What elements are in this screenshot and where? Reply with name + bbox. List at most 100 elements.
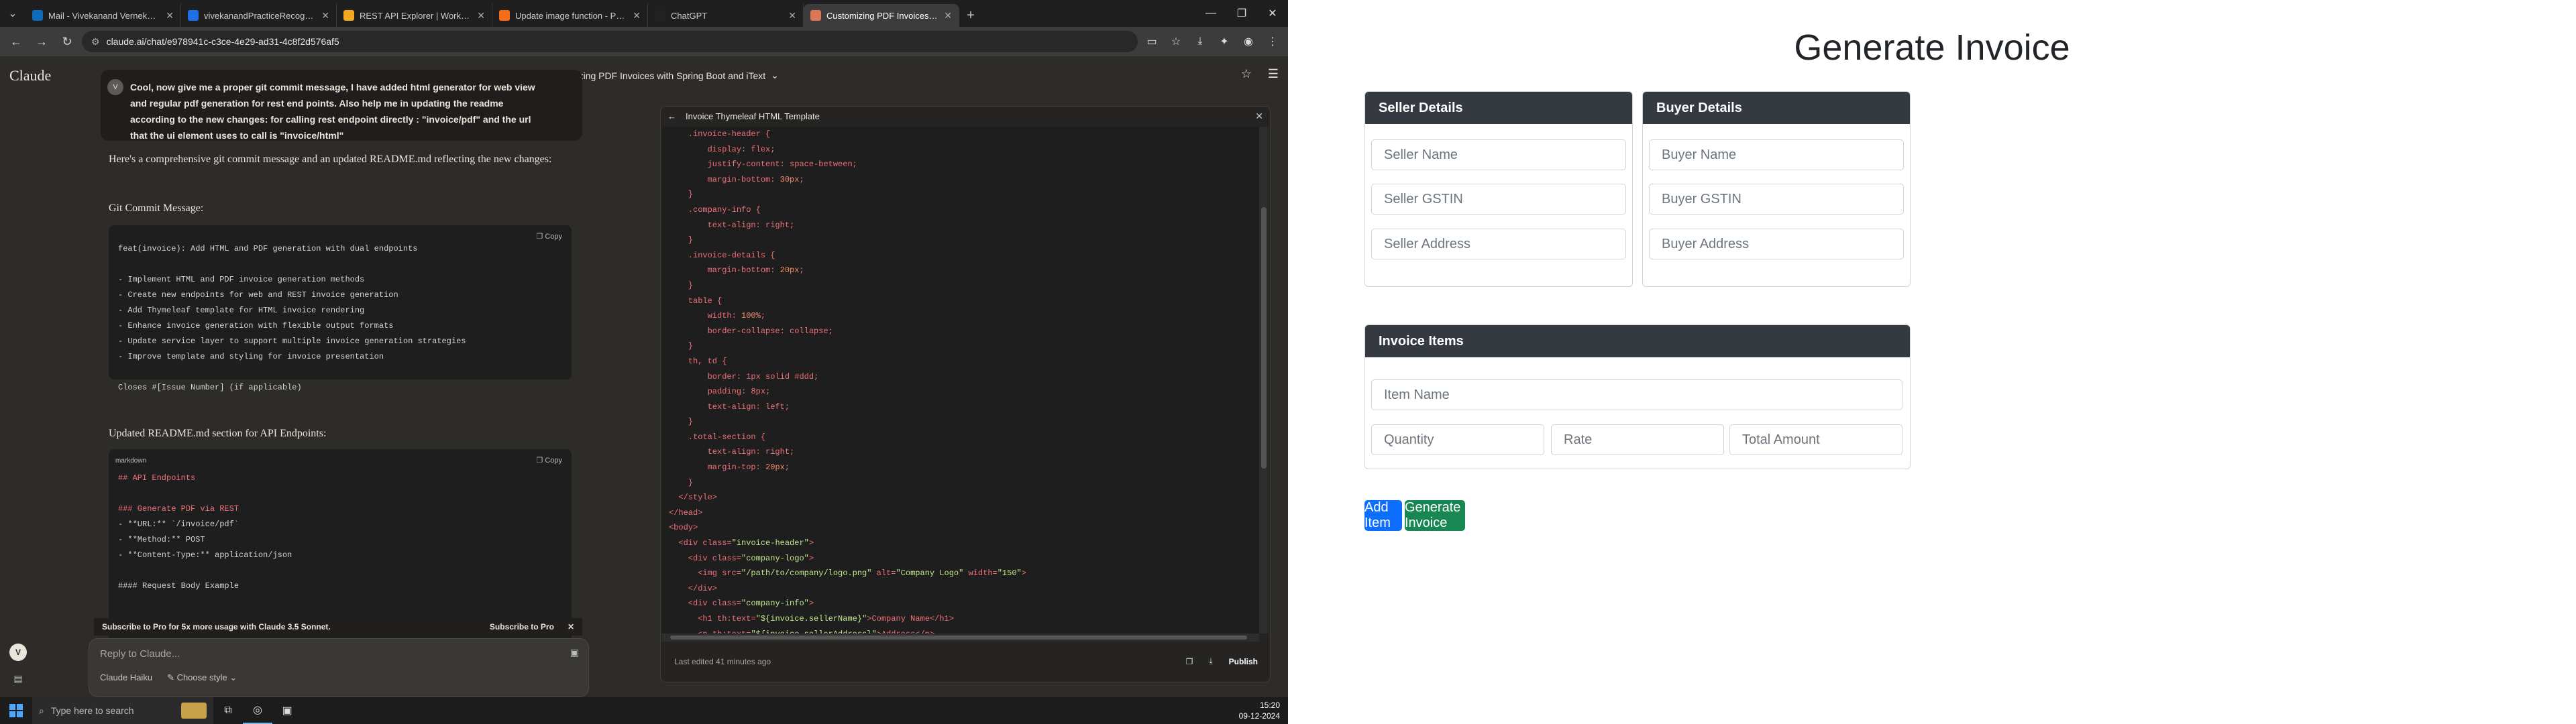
horizontal-scrollbar[interactable] [662,634,1259,642]
task-view-icon[interactable]: ⧉ [213,697,243,724]
url-field[interactable]: ⚙ claude.ai/chat/e978941c-c3ce-4e29-ad31… [82,31,1138,52]
reply-input[interactable]: Reply to Claude... ▣ Claude Haiku ✎ Choo… [89,638,589,697]
code-token: = [736,553,742,563]
minimize-icon[interactable]: — [1195,0,1226,27]
copy-icon[interactable]: ❐ [1186,657,1193,666]
browser-tab[interactable]: Update image function - Post · ✕ [492,4,648,27]
windows-start-icon[interactable] [0,697,32,724]
taskbar-search[interactable]: ⌕ Type here to search [32,697,213,724]
windows-taskbar: ⌕ Type here to search ⧉ ◎ ▣ 15:20 09-12-… [0,697,1288,724]
copy-button[interactable]: ❐ Copy [536,229,562,245]
browser-tab[interactable]: ChatGPT ✕ [648,4,804,27]
tab-label: Update image function - Post · [515,10,628,21]
download-icon[interactable]: ⤓ [1209,656,1212,666]
site-info-icon[interactable]: ⚙ [91,36,100,48]
code-token: : space-between; [780,160,857,170]
artifact-code-line: th, td { [669,354,1259,369]
artifact-code-line: <div class="company-info"> [669,596,1259,611]
close-tab-icon[interactable]: ✕ [633,10,641,21]
back-icon[interactable]: ← [5,31,27,52]
code-token: "${invoice.sellerName}" [755,614,867,623]
sidebar-toggle-icon[interactable]: ▤ [13,673,22,684]
downloads-icon[interactable]: ⤓ [1190,32,1210,52]
close-tab-icon[interactable]: ✕ [166,10,174,21]
buyer-address-input[interactable]: Buyer Address [1649,229,1904,259]
style-selector[interactable]: ✎ Choose style ⌄ [167,672,237,683]
taskbar-search-placeholder: Type here to search [50,705,134,716]
artifact-code-line: .invoice-details { [669,248,1259,263]
rate-input[interactable]: Rate [1551,424,1724,455]
code-token: border [669,371,737,381]
item-name-input[interactable]: Item Name [1371,379,1902,410]
generate-invoice-button[interactable]: Generate Invoice [1405,500,1465,531]
clock[interactable]: 15:20 09-12-2024 [1239,700,1280,721]
cast-icon[interactable]: ▭ [1142,32,1162,52]
close-tab-icon[interactable]: ✕ [477,10,485,21]
close-tab-icon[interactable]: ✕ [944,10,952,21]
code-token: width [968,568,993,579]
github-icon [188,10,199,21]
user-avatar[interactable]: V [9,644,27,661]
code-token: "company-logo" [741,553,809,563]
star-icon[interactable]: ☆ [1241,67,1252,81]
code-line: - Add Thymeleaf template for HTML invoic… [118,306,365,315]
code-token: : left; [755,402,790,412]
bookmark-star-icon[interactable]: ☆ [1166,32,1186,52]
profile-icon[interactable]: ◉ [1238,32,1258,52]
vertical-scrollbar[interactable] [1259,127,1269,634]
extensions-icon[interactable]: ✦ [1214,32,1234,52]
claude-logo[interactable]: Claude [9,67,51,84]
tab-search-icon[interactable]: ⌄ [0,0,25,27]
code-token: = [751,614,756,623]
add-item-button[interactable]: Add Item [1364,500,1402,531]
browser-tab[interactable]: vivekanandPracticeRecognitio ✕ [181,4,337,27]
artifact-code-line: table { [669,294,1259,309]
code-token: justify-content [669,160,780,170]
code-token: display [669,144,742,154]
new-tab-button[interactable]: + [959,4,982,27]
browser-tab[interactable]: REST API Explorer | Workday Da ✕ [337,4,492,27]
buyer-gstin-input[interactable]: Buyer GSTIN [1649,184,1904,215]
subscribe-button[interactable]: Subscribe to Pro [490,622,554,631]
menu-kebab-icon[interactable]: ⋮ [1263,32,1283,52]
browser-tab[interactable]: Customizing PDF Invoices with ✕ [804,4,959,27]
code-token: : 1px solid #ddd; [736,371,819,381]
artifact-code-line: } [669,278,1259,294]
code-token: .company-info { [669,204,761,215]
seller-gstin-input[interactable]: Seller GSTIN [1371,184,1626,215]
artifact-code-line: border-collapse: collapse; [669,324,1259,339]
reload-icon[interactable]: ↻ [56,31,78,52]
buyer-name-input[interactable]: Buyer Name [1649,139,1904,170]
code-line: according to the new changes: for callin… [130,114,531,125]
attach-icon[interactable]: ▣ [570,647,579,658]
back-arrow-icon[interactable]: ← [667,111,676,121]
app-icon[interactable]: ▣ [272,697,302,724]
restore-icon[interactable]: ❐ [1226,0,1257,27]
code-token: >Company Name</h1> [867,614,954,623]
code-language: markdown [115,457,147,465]
seller-address-input[interactable]: Seller Address [1371,229,1626,259]
seller-name-input[interactable]: Seller Name [1371,139,1626,170]
publish-button[interactable]: Publish [1229,657,1258,666]
artifact-code-line: .invoice-header { [669,127,1259,142]
code-token: <h1 [669,614,718,623]
code-token: = [736,568,742,579]
code-token: .invoice-details { [669,250,775,260]
artifact-code-view[interactable]: .invoice-header { display: flex; justify… [662,127,1259,634]
code-token: "Company Logo" [896,568,964,579]
close-icon[interactable]: ✕ [568,622,574,631]
forward-icon[interactable]: → [31,31,52,52]
close-tab-icon[interactable]: ✕ [788,10,796,21]
chrome-icon[interactable]: ◎ [243,697,272,724]
code-line: ## API Endpoints [118,473,196,483]
copy-button[interactable]: ❐ Copy [536,453,562,469]
browser-tab[interactable]: Mail - Vivekanand Vernekar - O ✕ [25,4,181,27]
close-window-icon[interactable]: ✕ [1257,0,1288,27]
close-icon[interactable]: ✕ [1255,111,1263,122]
code-token: class [702,538,727,548]
quantity-input[interactable]: Quantity [1371,424,1544,455]
total-amount-input[interactable]: Total Amount [1729,424,1902,455]
artifacts-icon[interactable]: ☰ [1268,67,1279,81]
model-selector[interactable]: Claude Haiku [100,672,152,683]
close-tab-icon[interactable]: ✕ [321,10,329,21]
